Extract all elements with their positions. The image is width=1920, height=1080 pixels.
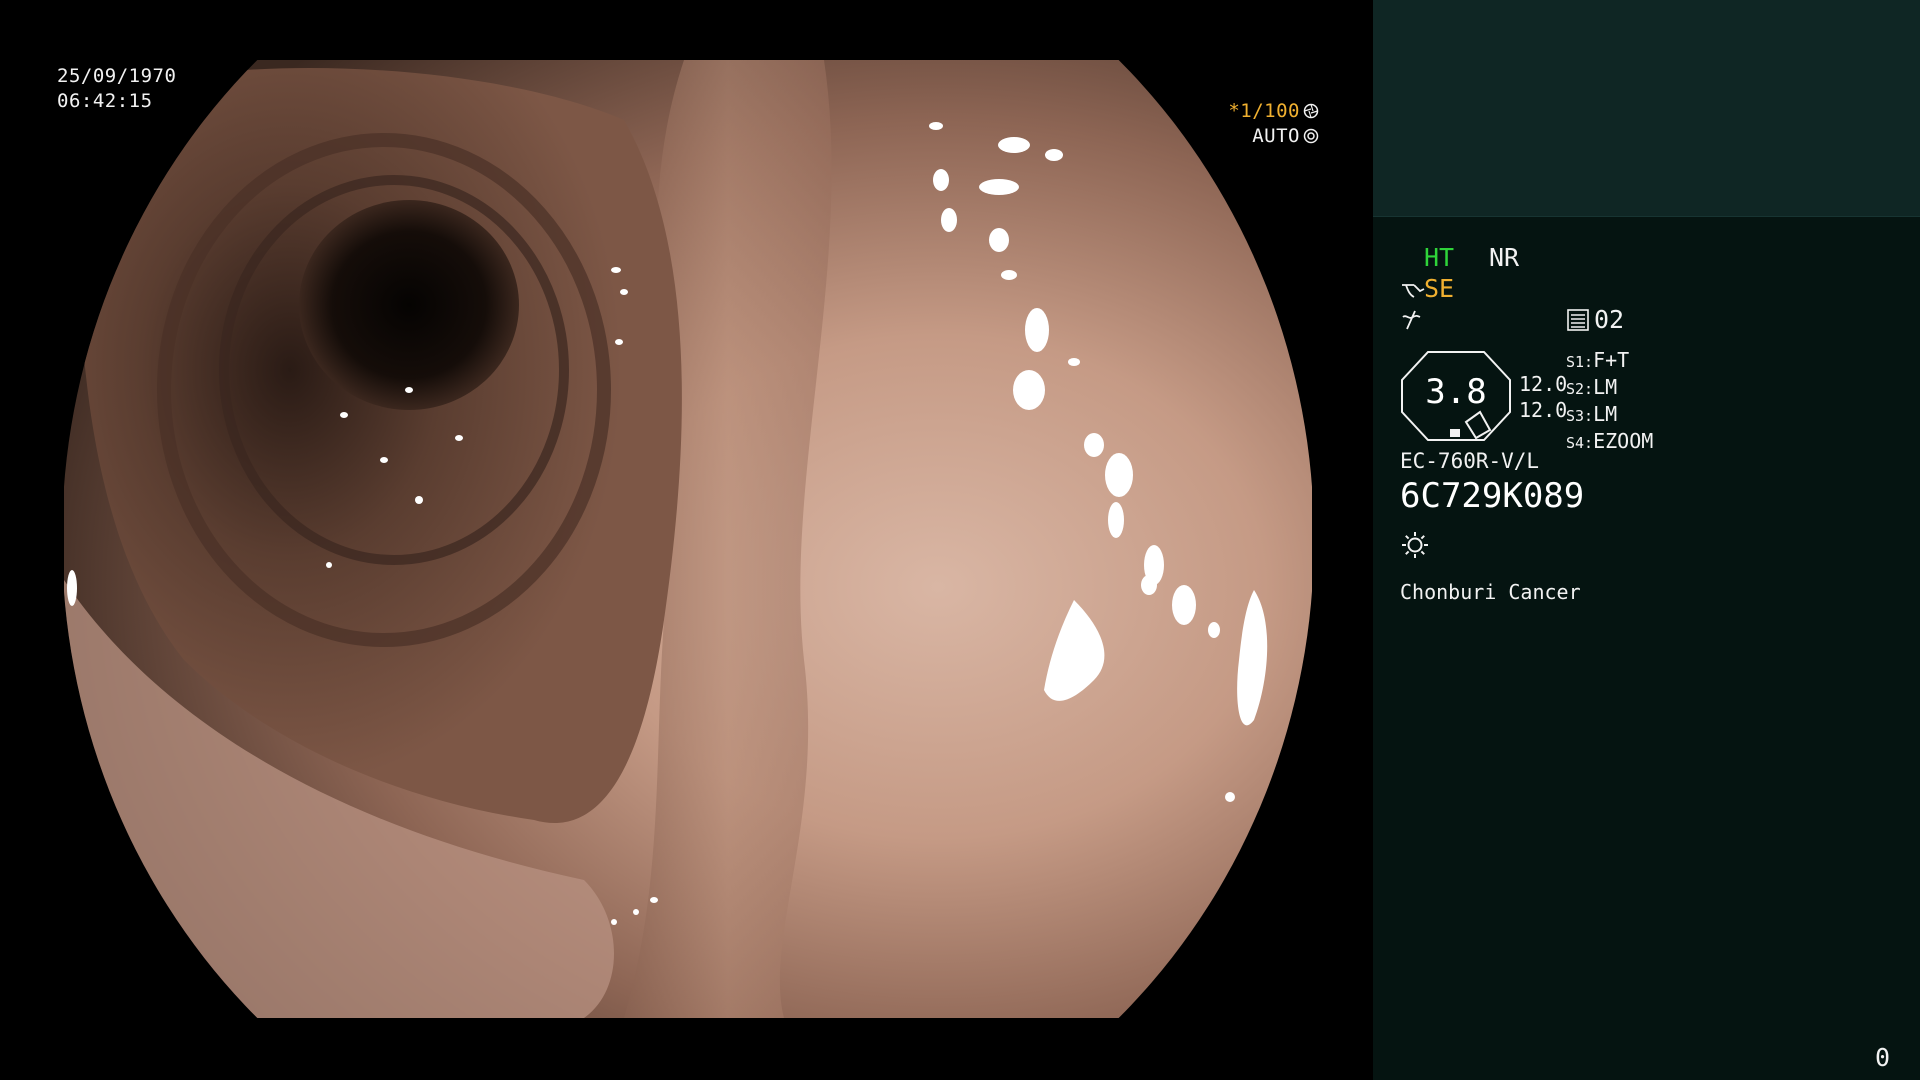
aperture-icon bbox=[1303, 103, 1319, 119]
info-panel: HT NR SE 02 3.8 12.0 12.0 S1:F+T S2:LM S… bbox=[1373, 0, 1920, 1080]
auto-iris-icon bbox=[1303, 128, 1319, 144]
scope-sub-value-b: 12.0 bbox=[1519, 398, 1568, 422]
mode-nr-label: NR bbox=[1489, 243, 1520, 272]
info-panel-header-area bbox=[1373, 0, 1920, 217]
endoscope-view: 25/09/1970 06:42:15 *1/100 AUTO bbox=[0, 0, 1373, 1080]
switch-key: S4: bbox=[1566, 434, 1594, 452]
switch-item: S1:F+T bbox=[1566, 348, 1653, 375]
switch-value: LM bbox=[1593, 375, 1618, 399]
slash-curve-icon bbox=[1402, 310, 1421, 330]
switch-value: F+T bbox=[1593, 348, 1630, 372]
shutter-speed-text: *1/100 bbox=[1228, 100, 1300, 122]
switch-item: S4:EZOOM bbox=[1566, 429, 1653, 456]
date-text: 25/09/1970 bbox=[57, 65, 177, 87]
structure-enhance-icon bbox=[1402, 284, 1425, 298]
switch-item: S3:LM bbox=[1566, 402, 1653, 429]
scope-sub-value-a: 12.0 bbox=[1519, 372, 1568, 396]
switch-key: S1: bbox=[1566, 353, 1594, 371]
mode-ht-label: HT bbox=[1424, 243, 1455, 272]
institution-text: Chonburi Cancer bbox=[1400, 580, 1581, 604]
switch-list: S1:F+T S2:LM S3:LM S4:EZOOM bbox=[1566, 348, 1653, 456]
memory-value: 02 bbox=[1594, 305, 1625, 334]
switch-value: LM bbox=[1593, 402, 1618, 426]
shutter-overlay: *1/100 AUTO bbox=[1228, 99, 1319, 149]
frame-counter: 0 bbox=[1874, 1043, 1890, 1072]
scope-serial-text: 6C729K089 bbox=[1400, 476, 1585, 516]
switch-key: S3: bbox=[1566, 407, 1594, 425]
time-text: 06:42:15 bbox=[57, 90, 153, 112]
settings-row: 02 bbox=[1400, 305, 1900, 335]
memory-card-icon bbox=[1567, 309, 1589, 331]
auto-iris-row: AUTO bbox=[1228, 124, 1319, 149]
switch-value: EZOOM bbox=[1593, 429, 1654, 453]
endoscope-image-frame bbox=[64, 60, 1312, 1018]
se-label: SE bbox=[1424, 274, 1455, 303]
switch-item: S2:LM bbox=[1566, 375, 1653, 402]
auto-iris-text: AUTO bbox=[1252, 125, 1300, 147]
shutter-row: *1/100 bbox=[1228, 99, 1319, 124]
scope-model-text: EC-760R-V/L bbox=[1400, 449, 1540, 473]
datetime-overlay: 25/09/1970 06:42:15 bbox=[57, 64, 176, 114]
light-source-icon bbox=[1402, 532, 1428, 558]
switch-key: S2: bbox=[1566, 380, 1594, 398]
endoscope-image bbox=[64, 60, 1312, 1018]
scope-value: 3.8 bbox=[1425, 372, 1487, 412]
